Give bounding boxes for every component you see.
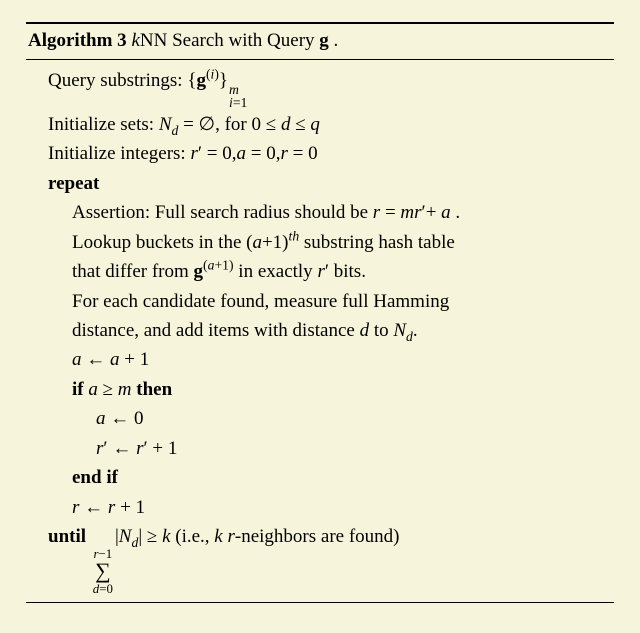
- title-g: g: [319, 30, 329, 51]
- line-candidate-b: distance, and add items with distance d …: [48, 316, 614, 345]
- line-a-inc: a ← a + 1: [48, 345, 614, 374]
- line-lookup-a: Lookup buckets in the (a+1)th substring …: [48, 228, 614, 257]
- kw-repeat: repeat: [48, 169, 614, 198]
- rule-top: [26, 22, 614, 24]
- algorithm-block: Algorithm 3 kNN Search with Query g . Qu…: [0, 0, 640, 633]
- line-rprime-inc: r′ ← r′ + 1: [48, 434, 614, 463]
- algorithm-title: Algorithm 3 kNN Search with Query g .: [26, 27, 614, 55]
- title-k: k: [131, 30, 139, 51]
- title-nn: NN Search with Query: [140, 30, 319, 51]
- line-r-inc: r ← r + 1: [48, 493, 614, 522]
- line-a-zero: a ← 0: [48, 404, 614, 433]
- title-end: .: [329, 30, 339, 51]
- line-lookup-b: that differ from g(a+1) in exactly r′ bi…: [48, 257, 614, 286]
- line-query-substrings: Query substrings: {g(i)}mi=1: [48, 66, 614, 110]
- algo-label: Algorithm 3: [28, 30, 127, 51]
- line-if: if a ≥ m then: [48, 375, 614, 404]
- line-init-sets: Initialize sets: Nd = ∅, for 0 ≤ d ≤ q: [48, 110, 614, 139]
- line-init-ints: Initialize integers: r′ = 0,a = 0,r = 0: [48, 139, 614, 168]
- line-assertion: Assertion: Full search radius should be …: [48, 198, 614, 227]
- kw-endif: end if: [48, 463, 614, 492]
- line-until: until r−1 ∑ d=0 |Nd| ≥ k (i.e., k r-neig…: [48, 522, 614, 596]
- rule-mid: [26, 59, 614, 60]
- algorithm-body: Query substrings: {g(i)}mi=1 Initialize …: [26, 66, 614, 596]
- line-candidate-a: For each candidate found, measure full H…: [48, 287, 614, 316]
- rule-bottom: [26, 602, 614, 603]
- sigma-icon: r−1 ∑ d=0: [93, 548, 113, 596]
